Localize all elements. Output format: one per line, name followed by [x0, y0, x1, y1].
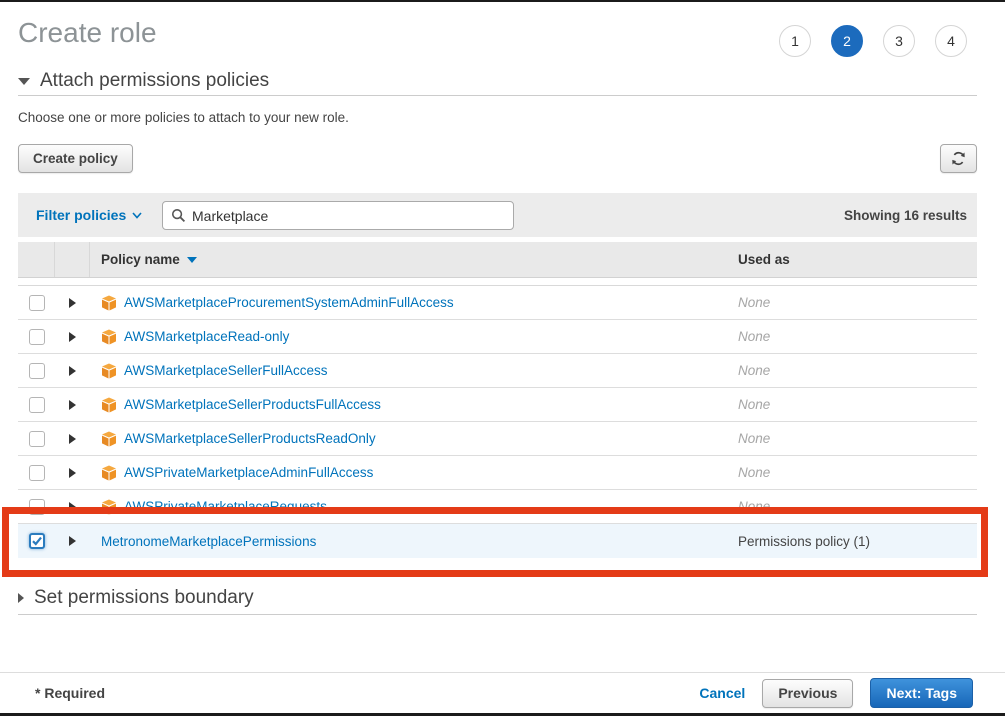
- refresh-button[interactable]: [940, 144, 977, 173]
- aws-policy-cube-icon: [101, 397, 117, 413]
- wizard-footer: * Required Cancel Previous Next: Tags: [0, 672, 1005, 713]
- used-as-value: None: [738, 465, 770, 480]
- window-top-edge: [0, 0, 1005, 2]
- create-role-page: Create role 1234 Attach permissions poli…: [0, 0, 1005, 716]
- policy-table-row: AWSMarketplaceSellerFullAccess None: [18, 354, 977, 388]
- policy-name-column-header[interactable]: Policy name: [90, 242, 728, 277]
- policy-table-row: AWSPrivateMarketplaceRequests None: [18, 490, 977, 524]
- used-as-value: None: [738, 295, 770, 310]
- used-as-value: Permissions policy (1): [738, 534, 870, 549]
- aws-policy-cube-icon: [101, 329, 117, 345]
- permissions-boundary-section-header[interactable]: Set permissions boundary: [18, 587, 254, 609]
- search-icon: [171, 208, 186, 223]
- filter-bar: Filter policies Showing 16 results: [18, 193, 977, 237]
- policy-table-row: AWSMarketplaceProcurementSystemAdminFull…: [18, 286, 977, 320]
- expand-row-icon[interactable]: [69, 468, 76, 478]
- policy-table-body: AWSMarketplaceProcurementSystemAdminFull…: [18, 285, 977, 558]
- policy-name-link[interactable]: MetronomeMarketplacePermissions: [101, 534, 316, 549]
- attach-policies-section-title: Attach permissions policies: [40, 70, 269, 92]
- expand-row-icon[interactable]: [69, 434, 76, 444]
- required-note: * Required: [35, 685, 105, 701]
- cancel-button[interactable]: Cancel: [699, 685, 745, 701]
- collapse-section-icon: [18, 78, 30, 85]
- expand-row-icon[interactable]: [69, 332, 76, 342]
- refresh-icon: [951, 151, 966, 166]
- filter-policies-dropdown[interactable]: Filter policies: [36, 207, 142, 223]
- row-checkbox[interactable]: [29, 533, 45, 549]
- policy-table-row: AWSPrivateMarketplaceAdminFullAccess None: [18, 456, 977, 490]
- row-checkbox[interactable]: [29, 397, 45, 413]
- policy-table-row: AWSMarketplaceSellerProductsFullAccess No…: [18, 388, 977, 422]
- aws-policy-cube-icon: [101, 431, 117, 447]
- results-count: Showing 16 results: [844, 208, 967, 223]
- used-as-value: None: [738, 397, 770, 412]
- policy-table-row: MetronomeMarketplacePermissions Permissio…: [18, 524, 977, 558]
- attach-policies-section-header[interactable]: Attach permissions policies: [18, 70, 269, 92]
- attach-policies-description: Choose one or more policies to attach to…: [18, 110, 349, 125]
- policy-name-link[interactable]: AWSMarketplaceSellerProductsReadOnly: [124, 431, 376, 446]
- expand-row-icon[interactable]: [69, 502, 76, 512]
- used-as-value: None: [738, 363, 770, 378]
- header-expand-column: [55, 242, 90, 277]
- footer-actions: Cancel Previous Next: Tags: [699, 678, 973, 708]
- create-policy-button[interactable]: Create policy: [18, 144, 133, 173]
- used-as-column-header: Used as: [728, 242, 977, 277]
- expand-row-icon[interactable]: [69, 366, 76, 376]
- expand-row-icon[interactable]: [69, 400, 76, 410]
- step-circle-3[interactable]: 3: [883, 25, 915, 57]
- expand-section-icon: [18, 593, 24, 603]
- row-checkbox[interactable]: [29, 363, 45, 379]
- aws-policy-cube-icon: [101, 465, 117, 481]
- step-circle-2[interactable]: 2: [831, 25, 863, 57]
- expand-row-icon[interactable]: [69, 298, 76, 308]
- section-divider: [18, 95, 977, 96]
- previous-button[interactable]: Previous: [762, 679, 853, 708]
- policy-search-box: [162, 201, 514, 230]
- row-checkbox[interactable]: [29, 295, 45, 311]
- step-indicator: 1234: [779, 25, 967, 57]
- step-circle-1[interactable]: 1: [779, 25, 811, 57]
- step-circle-4[interactable]: 4: [935, 25, 967, 57]
- aws-policy-cube-icon: [101, 363, 117, 379]
- row-checkbox[interactable]: [29, 431, 45, 447]
- policy-name-link[interactable]: AWSMarketplaceRead-only: [124, 329, 289, 344]
- used-as-header-label: Used as: [738, 252, 790, 267]
- permissions-boundary-section-title: Set permissions boundary: [34, 587, 254, 609]
- policy-table-header: Policy name Used as: [18, 242, 977, 278]
- policy-name-link[interactable]: AWSPrivateMarketplaceAdminFullAccess: [124, 465, 373, 480]
- aws-policy-cube-icon: [101, 499, 117, 515]
- filter-policies-label: Filter policies: [36, 207, 126, 223]
- policy-table-row: AWSMarketplaceSellerProductsReadOnly None: [18, 422, 977, 456]
- used-as-value: None: [738, 329, 770, 344]
- expand-row-icon[interactable]: [69, 536, 76, 546]
- used-as-value: None: [738, 499, 770, 514]
- policy-name-link[interactable]: AWSMarketplaceSellerFullAccess: [124, 363, 328, 378]
- policy-table-row: AWSMarketplaceRead-only None: [18, 320, 977, 354]
- policy-name-link[interactable]: AWSMarketplaceSellerProductsFullAccess: [124, 397, 381, 412]
- page-title: Create role: [18, 17, 157, 49]
- row-checkbox[interactable]: [29, 499, 45, 515]
- header-checkbox-column: [18, 242, 55, 277]
- section-divider: [18, 614, 977, 615]
- row-checkbox[interactable]: [29, 329, 45, 345]
- aws-policy-cube-icon: [101, 295, 117, 311]
- policy-name-header-label: Policy name: [101, 252, 180, 267]
- row-checkbox[interactable]: [29, 465, 45, 481]
- chevron-down-icon: [132, 212, 142, 219]
- next-tags-button[interactable]: Next: Tags: [870, 678, 973, 708]
- policy-name-link[interactable]: AWSMarketplaceProcurementSystemAdminFull…: [124, 295, 454, 310]
- policy-name-link[interactable]: AWSPrivateMarketplaceRequests: [124, 499, 327, 514]
- sort-desc-icon: [187, 257, 197, 263]
- used-as-value: None: [738, 431, 770, 446]
- policy-search-input[interactable]: [192, 208, 505, 224]
